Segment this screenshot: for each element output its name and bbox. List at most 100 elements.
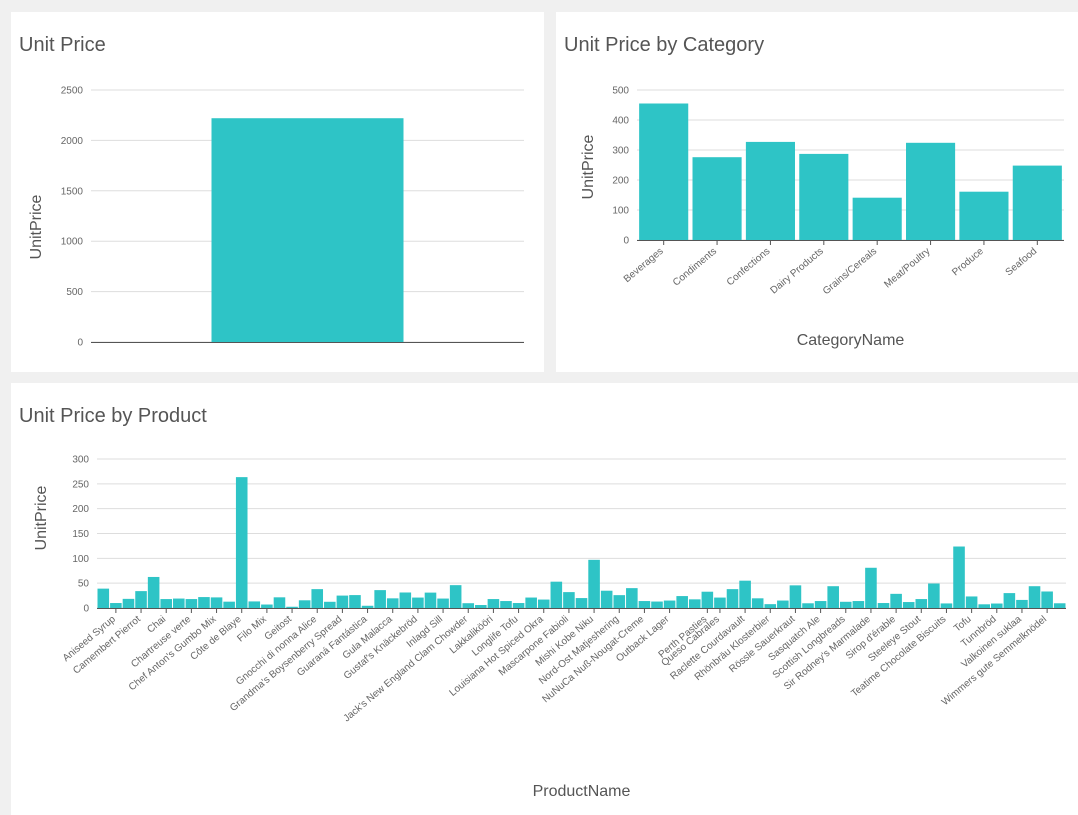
y-tick-label: 400 — [612, 116, 629, 127]
bar — [235, 477, 248, 608]
bar — [626, 588, 638, 608]
bar — [185, 599, 198, 608]
bar — [688, 599, 701, 608]
bar — [701, 591, 714, 608]
y-tick-label: 250 — [72, 479, 89, 490]
bar — [286, 606, 298, 608]
bar — [676, 596, 688, 608]
bar — [273, 597, 286, 608]
bar — [487, 599, 500, 608]
bar — [550, 581, 563, 608]
bar — [890, 593, 902, 608]
y-tick-label: 500 — [612, 86, 629, 97]
bar — [298, 600, 311, 608]
bar — [777, 600, 789, 608]
bar — [692, 157, 742, 240]
bar — [802, 603, 814, 608]
unit-price-panel: Unit Price 0 500 1000 1500 2000 2500 UnitPrice — [11, 12, 544, 372]
bar — [978, 604, 990, 608]
bar — [959, 191, 1009, 240]
bar — [110, 603, 122, 608]
bar — [210, 597, 223, 608]
bar — [1041, 591, 1053, 608]
x-tick-label: Grains/Cereals — [821, 246, 879, 297]
bar — [449, 585, 462, 608]
y-axis-label: UnitPrice — [33, 485, 50, 550]
bar — [965, 596, 978, 608]
y-tick-label: 150 — [72, 529, 89, 540]
y-tick-label: 0 — [623, 236, 629, 247]
bar — [638, 601, 651, 608]
bar — [639, 103, 689, 240]
bar — [500, 601, 512, 608]
y-tick-label: 1000 — [61, 237, 84, 248]
bar — [990, 603, 1003, 608]
x-tick-label: Seafood — [1004, 246, 1040, 278]
bar — [906, 142, 956, 240]
x-tick-label: Beverages — [622, 246, 666, 285]
bar — [160, 599, 173, 608]
bar — [739, 580, 751, 608]
bar — [814, 601, 827, 608]
y-tick-label: 300 — [612, 146, 629, 157]
bar — [575, 598, 588, 608]
y-tick-label: 200 — [612, 176, 629, 187]
bar — [563, 592, 575, 608]
bar — [122, 598, 135, 608]
bar — [512, 603, 525, 608]
bar — [537, 599, 550, 608]
bar — [953, 546, 965, 608]
unit-price-chart: 0 500 1000 1500 2000 2500 UnitPrice — [28, 86, 524, 349]
bar — [248, 601, 261, 608]
bar — [135, 591, 147, 608]
bar — [827, 586, 839, 608]
y-tick-label: 300 — [72, 455, 89, 466]
bar — [361, 605, 374, 608]
y-tick-label: 50 — [78, 579, 90, 590]
bar — [173, 598, 185, 608]
bar — [399, 592, 412, 608]
x-tick-label: Confections — [725, 246, 773, 288]
y-tick-label: 100 — [612, 206, 629, 217]
bar — [424, 592, 437, 608]
bar — [525, 597, 537, 608]
y-tick-label: 100 — [72, 554, 89, 565]
bar — [877, 603, 890, 608]
bar — [789, 585, 802, 608]
unit-price-by-product-panel: Unit Price by Product 0 50 100 150 200 250 300… — [11, 383, 1078, 815]
unit-price-by-category-chart: 0 100 200 300 400 500 UnitPrice Beverages Condim… — [580, 86, 1064, 349]
bar — [1016, 599, 1028, 608]
y-tick-label: 2000 — [61, 136, 84, 147]
y-tick-label: 1500 — [61, 186, 84, 197]
bar — [714, 597, 726, 608]
bar — [726, 589, 739, 608]
unit-price-by-category-panel: Unit Price by Category 0 100 200 300 400 500 U… — [556, 12, 1078, 372]
bar — [412, 597, 424, 608]
bar — [349, 595, 361, 608]
bar — [600, 590, 613, 608]
bar — [97, 588, 110, 608]
bar — [386, 598, 399, 608]
bar — [764, 604, 777, 608]
bar — [311, 589, 324, 608]
x-tick-label: Meat/Poultry — [882, 246, 932, 291]
bar — [865, 567, 877, 608]
bar — [1053, 603, 1066, 608]
bar — [839, 601, 852, 608]
bar — [475, 605, 487, 608]
y-axis-label: UnitPrice — [28, 194, 45, 259]
y-tick-label: 200 — [72, 504, 89, 515]
bar — [928, 583, 940, 608]
x-tick-label: Produce — [950, 246, 986, 279]
bar — [147, 576, 160, 608]
bar — [1003, 593, 1016, 608]
y-tick-label: 0 — [83, 604, 89, 615]
bar — [902, 602, 915, 608]
unit-price-by-product-chart: 050100150200250300UnitPriceAniseed Syrup… — [33, 455, 1066, 800]
bar — [374, 590, 386, 608]
bar — [261, 604, 273, 608]
bar — [745, 141, 795, 240]
bar — [852, 601, 865, 608]
y-axis-label: UnitPrice — [580, 134, 597, 199]
x-tick-label: Condiments — [671, 246, 719, 289]
